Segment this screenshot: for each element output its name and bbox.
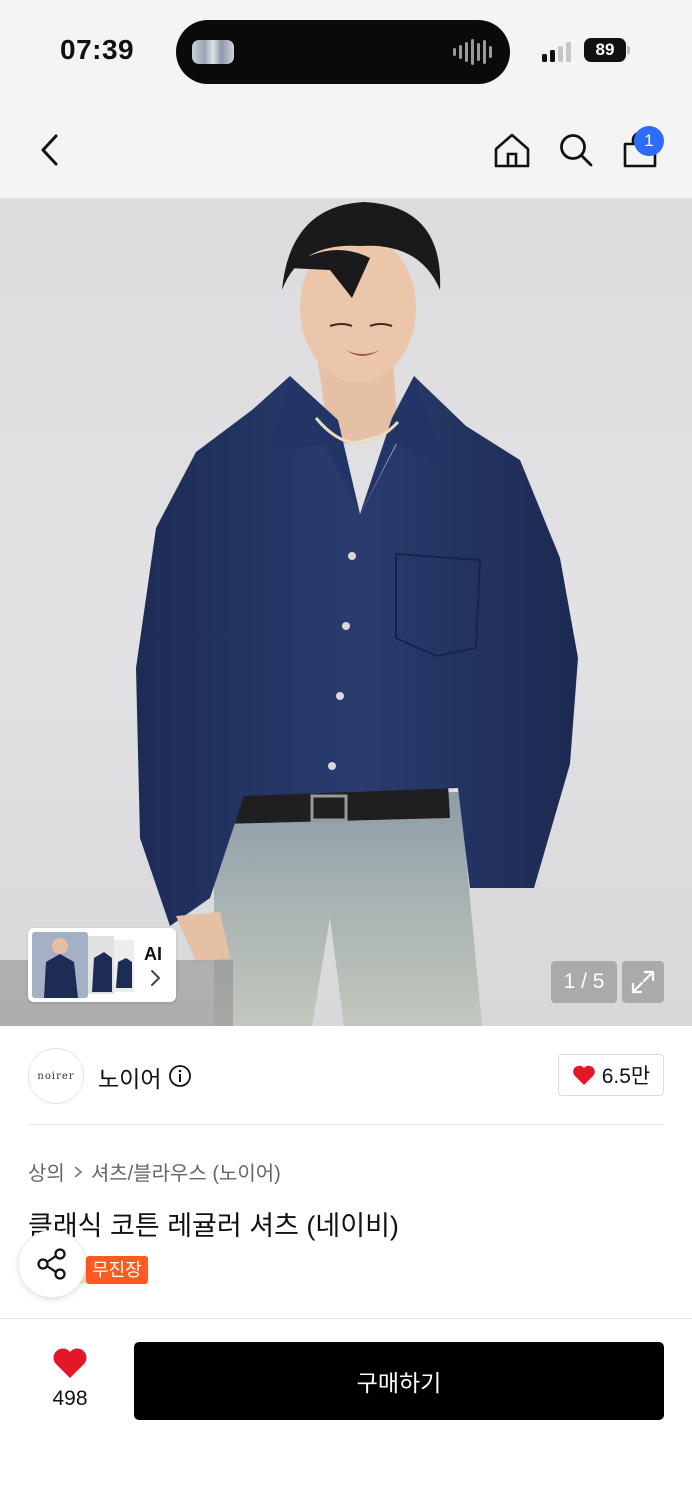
status-time: 07:39: [60, 34, 135, 65]
bottom-action-bar: 498 구매하기: [0, 1318, 692, 1500]
brand-like-button[interactable]: 6.5만: [558, 1054, 664, 1096]
cellular-signal-icon: [542, 40, 571, 62]
chevron-right-icon: [151, 970, 160, 986]
free-shipping-badge: 무진장: [86, 1256, 148, 1284]
brand-logo[interactable]: noirer: [28, 1048, 84, 1104]
section-divider: [28, 1124, 664, 1125]
chevron-left-icon: [41, 134, 58, 166]
dynamic-island[interactable]: [176, 20, 510, 84]
chevron-right-icon: [74, 1165, 83, 1178]
info-icon[interactable]: [168, 1064, 192, 1088]
share-icon: [37, 1248, 66, 1280]
breadcrumb: 상의 셔츠/블라우스 (노이어): [28, 1157, 281, 1186]
brand-like-count: 6.5만: [601, 1065, 651, 1088]
ai-label: AI: [144, 944, 162, 964]
buy-button[interactable]: 구매하기: [134, 1342, 664, 1420]
search-button[interactable]: [552, 126, 600, 174]
breadcrumb-category[interactable]: 상의: [28, 1157, 65, 1186]
expand-image-button[interactable]: [622, 961, 664, 1003]
heart-icon: [53, 1348, 87, 1378]
brand-name[interactable]: 노이어: [98, 1060, 161, 1094]
status-bar: 07:39 89: [0, 0, 692, 100]
now-playing-thumbnail: [192, 40, 234, 64]
home-button[interactable]: [488, 126, 536, 174]
top-nav: [0, 100, 692, 198]
product-image-carousel[interactable]: AI 1 / 5: [0, 198, 692, 1026]
home-icon: [494, 133, 530, 168]
ai-style-button[interactable]: AI: [28, 928, 176, 1002]
cart-count-badge: 1: [634, 126, 664, 156]
image-counter: 1 / 5: [551, 961, 617, 1003]
audio-waveform-icon: [453, 38, 492, 66]
ai-style-thumbnails: [32, 932, 134, 998]
battery-nub: [627, 46, 630, 54]
search-icon: [560, 134, 593, 167]
battery-icon: 89: [584, 38, 626, 62]
share-button[interactable]: [18, 1230, 86, 1298]
wishlist-count: 498: [52, 1387, 88, 1410]
expand-icon: [631, 970, 655, 994]
product-photo: [136, 202, 578, 1026]
product-title: 클래식 코튼 레귤러 셔츠 (네이비): [28, 1211, 399, 1241]
breadcrumb-subcategory[interactable]: 셔츠/블라우스 (노이어): [91, 1157, 281, 1186]
heart-icon: [572, 1065, 595, 1085]
wishlist-button[interactable]: 498: [34, 1343, 106, 1413]
back-button[interactable]: [26, 126, 74, 174]
